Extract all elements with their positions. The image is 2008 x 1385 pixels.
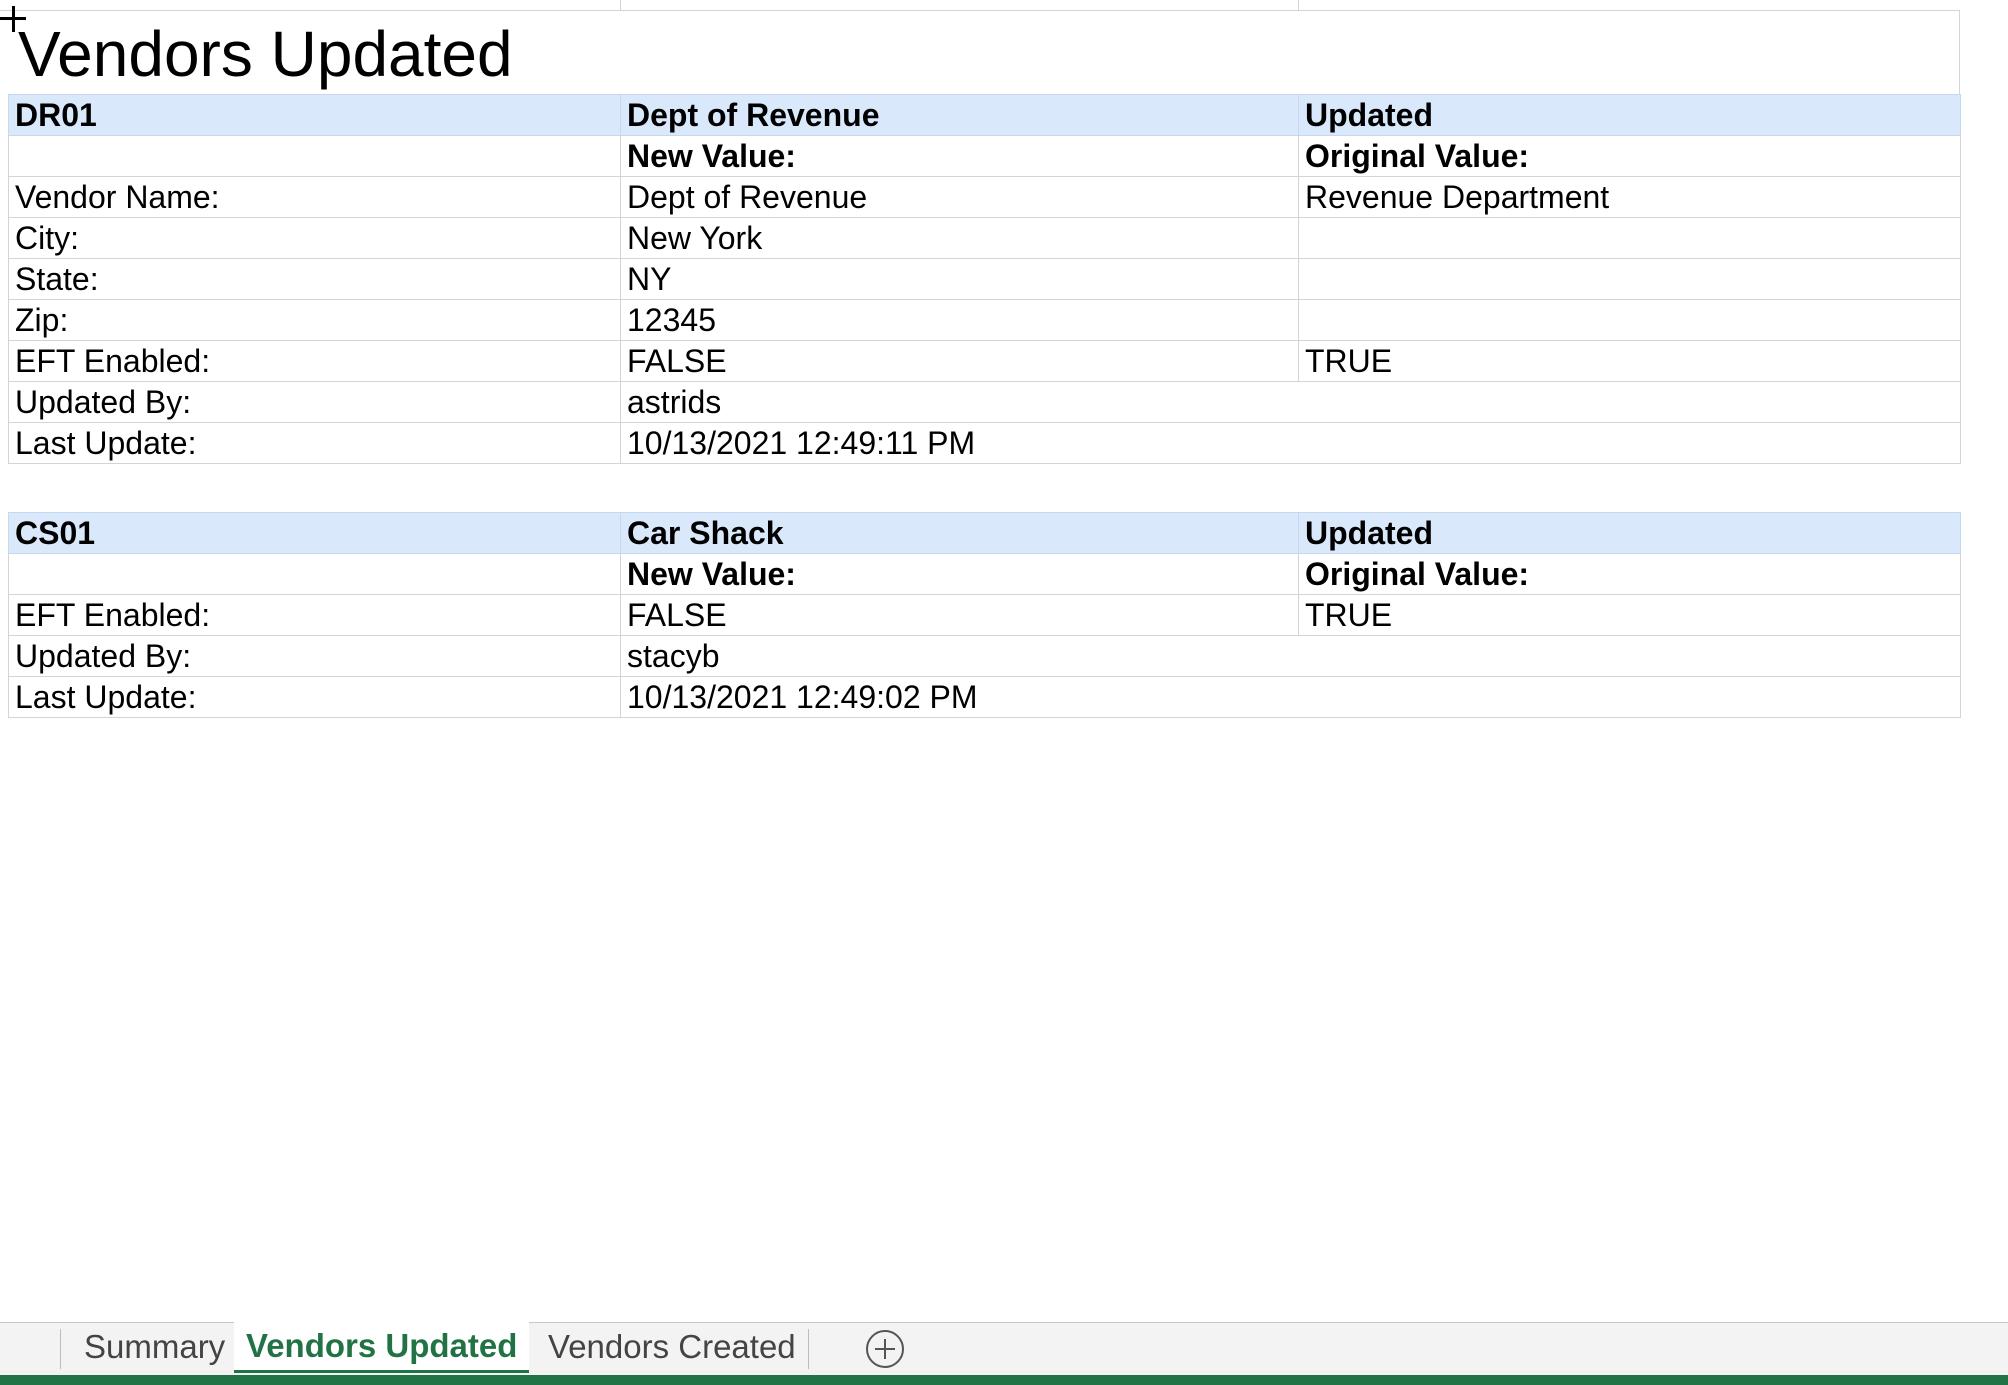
report-title[interactable]: Vendors Updated xyxy=(18,14,513,94)
new-value-cell[interactable]: New York xyxy=(620,217,1299,259)
table-row: Vendor Name: Dept of Revenue Revenue Dep… xyxy=(8,176,1961,218)
plus-circle-icon[interactable] xyxy=(866,1330,904,1368)
column-header-row: New Value: Original Value: xyxy=(8,553,1961,595)
original-value-header[interactable]: Original Value: xyxy=(1298,553,1961,595)
updated-by-value[interactable]: stacyb xyxy=(620,635,1961,677)
column-header-row: New Value: Original Value: xyxy=(8,135,1961,177)
vendor-name-cell[interactable]: Dept of Revenue xyxy=(620,94,1299,136)
tab-separator xyxy=(60,1329,61,1369)
new-value-cell[interactable]: NY xyxy=(620,258,1299,300)
field-label-cell[interactable]: EFT Enabled: xyxy=(8,340,621,382)
tab-vendors-updated[interactable]: Vendors Updated xyxy=(234,1322,530,1373)
worksheet[interactable]: Vendors Updated DR01 Dept of Revenue Upd… xyxy=(0,0,2008,1322)
table-row: Updated By: astrids xyxy=(8,381,1961,423)
vendor-header-row: DR01 Dept of Revenue Updated xyxy=(8,94,1961,136)
original-value-cell[interactable]: TRUE xyxy=(1298,594,1961,636)
original-value-cell[interactable]: Revenue Department xyxy=(1298,176,1961,218)
vendor-status-cell[interactable]: Updated xyxy=(1298,94,1961,136)
empty-cell[interactable] xyxy=(8,135,621,177)
column-gridline xyxy=(0,0,1960,11)
tab-summary[interactable]: Summary xyxy=(78,1323,231,1371)
last-update-label[interactable]: Last Update: xyxy=(8,676,621,718)
new-value-cell[interactable]: 12345 xyxy=(620,299,1299,341)
updated-by-value[interactable]: astrids xyxy=(620,381,1961,423)
sheet-tab-bar: Summary Vendors Updated Vendors Created xyxy=(0,1322,2008,1376)
new-value-header[interactable]: New Value: xyxy=(620,135,1299,177)
field-label-cell[interactable]: State: xyxy=(8,258,621,300)
status-bar xyxy=(0,1375,2008,1385)
table-row: EFT Enabled: FALSE TRUE xyxy=(8,594,1961,636)
tab-vendors-created[interactable]: Vendors Created xyxy=(540,1323,804,1371)
new-value-cell[interactable]: FALSE xyxy=(620,340,1299,382)
field-label-cell[interactable]: Vendor Name: xyxy=(8,176,621,218)
field-label-cell[interactable]: City: xyxy=(8,217,621,259)
table-row: Updated By: stacyb xyxy=(8,635,1961,677)
vendor-status-cell[interactable]: Updated xyxy=(1298,512,1961,554)
table-row: Last Update: 10/13/2021 12:49:02 PM xyxy=(8,676,1961,718)
last-update-value[interactable]: 10/13/2021 12:49:11 PM xyxy=(620,422,1961,464)
table-row: State: NY xyxy=(8,258,1961,300)
new-value-cell[interactable]: Dept of Revenue xyxy=(620,176,1299,218)
table-row: EFT Enabled: FALSE TRUE xyxy=(8,340,1961,382)
vendor-id-cell[interactable]: CS01 xyxy=(8,512,621,554)
original-value-header[interactable]: Original Value: xyxy=(1298,135,1961,177)
last-update-value[interactable]: 10/13/2021 12:49:02 PM xyxy=(620,676,1961,718)
column-separator xyxy=(620,0,621,10)
new-value-header[interactable]: New Value: xyxy=(620,553,1299,595)
original-value-cell[interactable]: TRUE xyxy=(1298,340,1961,382)
field-label-cell[interactable]: EFT Enabled: xyxy=(8,594,621,636)
original-value-cell[interactable] xyxy=(1298,299,1961,341)
column-separator xyxy=(1298,0,1299,10)
new-value-cell[interactable]: FALSE xyxy=(620,594,1299,636)
vendor-block: DR01 Dept of Revenue Updated New Value: … xyxy=(8,94,1961,464)
last-update-label[interactable]: Last Update: xyxy=(8,422,621,464)
table-row: Zip: 12345 xyxy=(8,299,1961,341)
updated-by-label[interactable]: Updated By: xyxy=(8,381,621,423)
updated-by-label[interactable]: Updated By: xyxy=(8,635,621,677)
tab-separator xyxy=(808,1329,809,1369)
vendor-block: CS01 Car Shack Updated New Value: Origin… xyxy=(8,512,1961,718)
field-label-cell[interactable]: Zip: xyxy=(8,299,621,341)
vendor-id-cell[interactable]: DR01 xyxy=(8,94,621,136)
vendor-name-cell[interactable]: Car Shack xyxy=(620,512,1299,554)
vendor-header-row: CS01 Car Shack Updated xyxy=(8,512,1961,554)
empty-cell[interactable] xyxy=(8,553,621,595)
table-row: City: New York xyxy=(8,217,1961,259)
original-value-cell[interactable] xyxy=(1298,258,1961,300)
print-area-edge xyxy=(1959,10,1960,94)
table-row: Last Update: 10/13/2021 12:49:11 PM xyxy=(8,422,1961,464)
original-value-cell[interactable] xyxy=(1298,217,1961,259)
